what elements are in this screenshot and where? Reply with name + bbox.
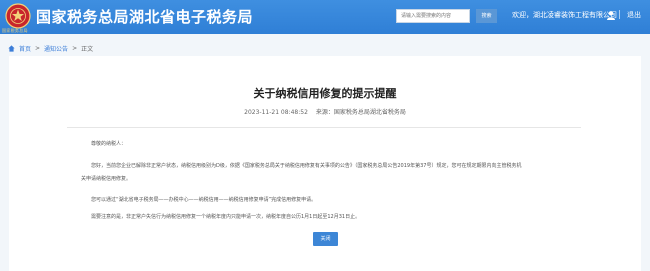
- logout-link[interactable]: 退出: [627, 10, 641, 20]
- paragraph-1: 您好，当前您企业已解除非正常户状态，纳税信用级别为D级，依据《国家税务总局关于纳…: [91, 163, 522, 169]
- article-meta: 2023-11-21 08:48:52 来源：国家税务总局湖北省税务局: [9, 107, 641, 116]
- site-title: 国家税务总局湖北省电子税务局: [36, 8, 254, 26]
- salutation: 尊敬的纳税人：: [91, 141, 127, 147]
- header-divider: [619, 10, 620, 19]
- top-header: 国家税务总局 国家税务总局湖北省电子税务局 搜索 欢迎，湖北凌睿装饰工程有限公司…: [0, 0, 650, 34]
- breadcrumb-separator: >: [35, 45, 41, 52]
- tax-emblem-icon: [5, 3, 31, 29]
- article-date: 2023-11-21 08:48:52: [244, 109, 308, 116]
- source-label: 来源：: [315, 109, 334, 116]
- user-icon[interactable]: [606, 10, 616, 20]
- close-button[interactable]: 关闭: [313, 232, 338, 246]
- breadcrumb-separator: >: [72, 45, 78, 52]
- breadcrumb-home[interactable]: 首页: [19, 44, 31, 53]
- breadcrumb: 首页 > 通知公告 > 正文: [8, 44, 93, 53]
- article-card: 关于纳税信用修复的提示提醒 2023-11-21 08:48:52 来源：国家税…: [9, 56, 641, 271]
- search-input[interactable]: [396, 9, 470, 23]
- search-button[interactable]: 搜索: [476, 9, 497, 23]
- divider: [67, 127, 581, 128]
- breadcrumb-notices[interactable]: 通知公告: [44, 44, 68, 53]
- article-title: 关于纳税信用修复的提示提醒: [253, 87, 397, 100]
- paragraph-1-cont: 关申请纳税信用修复。: [81, 176, 132, 182]
- paragraph-3: 需要注意的是，非正常户失信行为纳税信用修复一个纳税年度内只能申请一次，纳税年度自…: [91, 214, 361, 220]
- home-icon: [8, 45, 15, 52]
- breadcrumb-current: 正文: [81, 46, 94, 53]
- article-source: 国家税务总局湖北省税务局: [333, 109, 406, 116]
- welcome-text[interactable]: 欢迎，湖北凌睿装饰工程有限公司: [512, 10, 617, 20]
- emblem-caption: 国家税务总局: [2, 28, 28, 33]
- paragraph-2: 您可以通过“湖北省电子税务局——办税中心——纳税信用——纳税信用修复申请”完成信…: [91, 197, 317, 203]
